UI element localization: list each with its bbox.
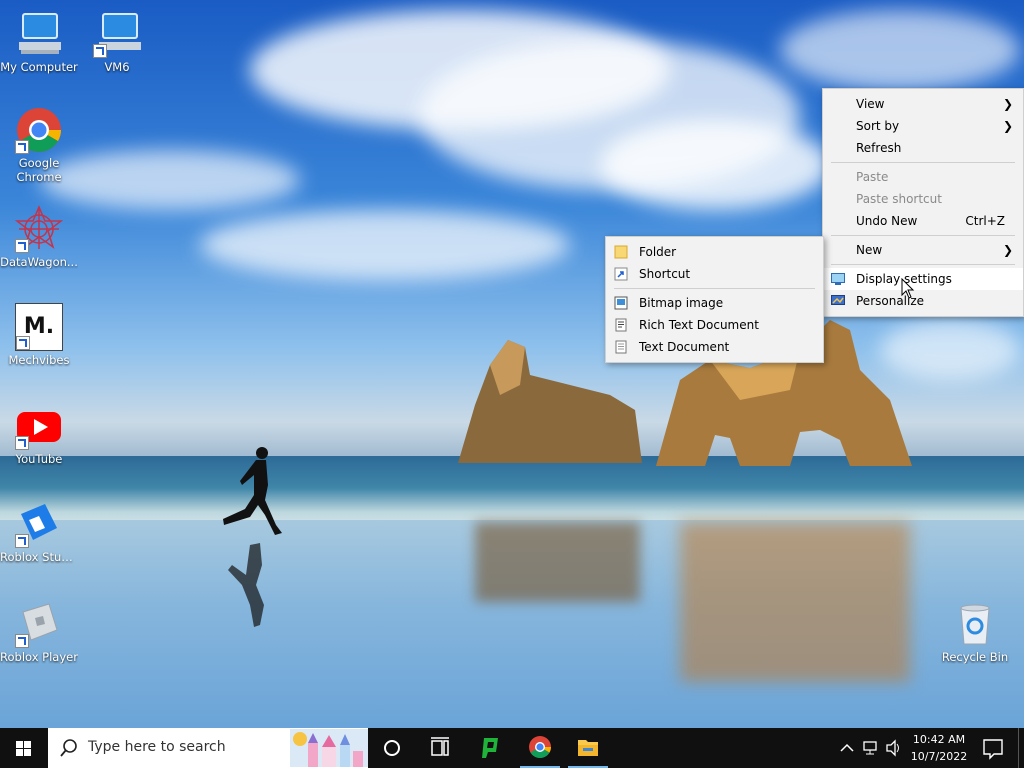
desktop-icon-recycle-bin[interactable]: Recycle Bin <box>936 600 1014 664</box>
network-icon <box>863 741 877 755</box>
search-placeholder: Type here to search <box>88 739 226 755</box>
menu-separator <box>831 162 1015 163</box>
notification-icon <box>983 739 1003 760</box>
mouse-cursor-icon <box>901 278 915 299</box>
menu-item-sort-by[interactable]: Sort by ❯ <box>823 115 1023 137</box>
windows-logo-icon <box>16 741 31 756</box>
cortana-button[interactable] <box>372 728 412 768</box>
desktop-icon-youtube[interactable]: YouTube <box>0 402 78 466</box>
rtf-icon <box>615 318 627 332</box>
display-icon <box>831 273 845 285</box>
chevron-right-icon: ❯ <box>1002 119 1013 133</box>
bitmap-icon <box>614 296 628 310</box>
menu-item-undo-new[interactable]: Undo New Ctrl+Z <box>823 210 1023 232</box>
show-hidden-icons-button[interactable] <box>838 728 856 768</box>
desktop-icon-my-computer[interactable]: My Computer <box>0 10 78 74</box>
desktop-icon-datawagon[interactable]: DataWagon... <box>0 205 78 269</box>
menu-item-paste[interactable]: Paste <box>823 166 1023 188</box>
system-clock[interactable]: 10:42 AM 10/7/2022 <box>907 731 971 765</box>
shortcut-arrow-icon <box>93 44 107 58</box>
notifications-button[interactable] <box>976 728 1010 768</box>
desktop-icon-roblox-player[interactable]: Roblox Player <box>0 600 78 664</box>
menu-separator <box>614 288 815 289</box>
shortcut-arrow-icon <box>15 140 29 154</box>
green-app-icon <box>482 738 498 758</box>
search-box[interactable]: Type here to search <box>48 728 368 768</box>
shortcut-text: Ctrl+Z <box>965 214 1005 228</box>
text-document-icon <box>615 340 627 354</box>
menu-item-personalize[interactable]: Personalize <box>823 290 1023 312</box>
menu-item-new[interactable]: New ❯ <box>823 239 1023 261</box>
computer-icon <box>19 13 61 54</box>
file-explorer-icon <box>578 740 598 756</box>
desktop-icon-google-chrome[interactable]: Google Chrome <box>0 106 78 184</box>
show-desktop-button[interactable] <box>1018 728 1024 768</box>
chrome-taskbar-button[interactable] <box>520 728 560 768</box>
clock-time: 10:42 AM <box>912 733 966 746</box>
new-shortcut-item[interactable]: Shortcut <box>606 263 823 285</box>
desktop-icon-vm6[interactable]: VM6 <box>78 10 156 74</box>
menu-item-view[interactable]: View ❯ <box>823 93 1023 115</box>
menu-item-refresh[interactable]: Refresh <box>823 137 1023 159</box>
task-view-button[interactable] <box>420 728 460 768</box>
chrome-icon <box>529 736 551 758</box>
menu-item-paste-shortcut[interactable]: Paste shortcut <box>823 188 1023 210</box>
file-explorer-button[interactable] <box>568 728 608 768</box>
clock-date: 10/7/2022 <box>910 750 968 763</box>
shortcut-arrow-icon <box>15 436 29 450</box>
chevron-up-icon <box>840 743 854 752</box>
desktop-context-menu: View ❯ Sort by ❯ Refresh Paste Paste sho… <box>822 88 1024 317</box>
shortcut-arrow-icon <box>15 239 29 253</box>
shortcut-icon <box>614 267 628 281</box>
new-rich-text-document-item[interactable]: Rich Text Document <box>606 314 823 336</box>
search-highlight-castle-icon <box>290 729 368 767</box>
shortcut-arrow-icon <box>15 534 29 548</box>
volume-icon <box>886 739 899 757</box>
start-button[interactable] <box>0 728 48 768</box>
shortcut-arrow-icon <box>15 634 29 648</box>
runner-silhouette <box>223 447 282 627</box>
new-submenu: Folder Shortcut Bitmap image Rich Text D… <box>605 236 824 363</box>
menu-item-display-settings[interactable]: Display settings <box>823 268 1023 290</box>
desktop-icon-roblox-studio[interactable]: Roblox Studio <box>0 500 78 564</box>
search-icon <box>60 739 77 757</box>
recycle-bin-icon <box>960 604 990 645</box>
new-bitmap-image-item[interactable]: Bitmap image <box>606 292 823 314</box>
green-app-button[interactable] <box>470 728 510 768</box>
cortana-icon <box>384 740 400 756</box>
desktop-icon-mechvibes[interactable]: M. Mechvibes <box>0 303 78 367</box>
menu-separator <box>831 235 1015 236</box>
shortcut-arrow-icon <box>16 336 30 350</box>
chevron-right-icon: ❯ <box>1002 243 1013 257</box>
taskbar: Type here to search 10:42 AM 10/7/2022 <box>0 728 1024 768</box>
chevron-right-icon: ❯ <box>1002 97 1013 111</box>
volume-button[interactable] <box>884 728 904 768</box>
menu-separator <box>831 264 1015 265</box>
personalize-icon <box>831 295 845 305</box>
new-folder-item[interactable]: Folder <box>606 241 823 263</box>
new-text-document-item[interactable]: Text Document <box>606 336 823 358</box>
task-view-icon <box>431 737 449 756</box>
network-button[interactable] <box>860 728 882 768</box>
folder-icon <box>614 245 628 259</box>
desktop-background[interactable]: My Computer VM6 Google Chrome DataWagon.… <box>0 0 1024 728</box>
